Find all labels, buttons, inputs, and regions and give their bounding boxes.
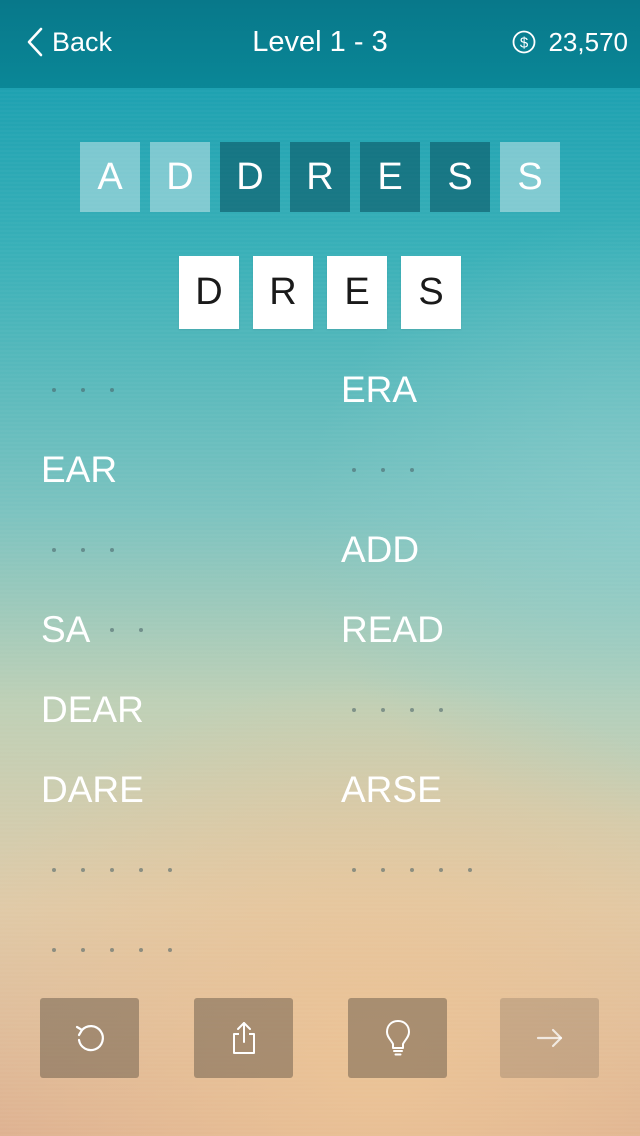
current-guess: D R E S — [179, 256, 475, 329]
svg-text:$: $ — [520, 35, 529, 52]
letter-tile[interactable]: E — [360, 142, 420, 212]
letter-placeholder — [110, 948, 114, 952]
found-word: ARSE — [341, 769, 442, 810]
letter-placeholder — [81, 388, 85, 392]
letter-placeholder — [410, 868, 414, 872]
letter-tile[interactable]: D — [150, 142, 210, 212]
letter-placeholder — [110, 628, 114, 632]
letter-placeholder — [139, 948, 143, 952]
letter-placeholder — [352, 708, 356, 712]
letter-tile[interactable]: D — [220, 142, 280, 212]
letter-placeholder — [81, 948, 85, 952]
found-word: SA — [41, 609, 91, 650]
letter-placeholder — [52, 548, 56, 552]
letter-tile[interactable]: A — [80, 142, 140, 212]
letter-placeholder — [52, 868, 56, 872]
found-word: DEAR — [41, 689, 144, 730]
word-slot — [52, 367, 139, 413]
source-letters: A D D R E S S — [80, 142, 570, 212]
word-slot — [352, 847, 497, 893]
letter-placeholder — [139, 628, 143, 632]
letter-placeholder — [81, 548, 85, 552]
coin-count: 23,570 — [548, 26, 628, 57]
undo-button[interactable] — [40, 998, 139, 1078]
letter-placeholder — [439, 868, 443, 872]
letter-placeholder — [110, 868, 114, 872]
coin-balance: $ 23,570 — [512, 22, 628, 62]
guess-tile[interactable]: E — [327, 256, 387, 329]
lightbulb-icon — [385, 1020, 410, 1056]
letter-placeholder — [381, 708, 385, 712]
letter-placeholder — [381, 468, 385, 472]
letter-placeholder — [52, 948, 56, 952]
found-word: ADD — [341, 529, 420, 570]
letter-placeholder — [439, 708, 443, 712]
share-button[interactable] — [194, 998, 293, 1078]
found-word: DARE — [41, 769, 144, 810]
word-slot — [52, 927, 197, 973]
letter-placeholder — [410, 708, 414, 712]
letter-placeholder — [110, 388, 114, 392]
letter-tile[interactable]: R — [290, 142, 350, 212]
top-bar: Back Level 1 - 3 $ 23,570 — [0, 0, 640, 88]
guess-tile[interactable]: R — [253, 256, 313, 329]
hint-button[interactable] — [348, 998, 447, 1078]
share-icon — [232, 1022, 255, 1054]
guess-tile[interactable]: D — [179, 256, 239, 329]
word-slot — [352, 447, 439, 493]
letter-placeholder — [139, 868, 143, 872]
letter-tile[interactable]: S — [500, 142, 560, 212]
word-slot — [52, 527, 139, 573]
letter-placeholder — [81, 868, 85, 872]
guess-tile[interactable]: S — [401, 256, 461, 329]
letter-placeholder — [410, 468, 414, 472]
found-word: READ — [341, 609, 444, 650]
word-slot — [110, 607, 168, 653]
found-word: ERA — [341, 369, 418, 410]
letter-placeholder — [468, 868, 472, 872]
word-slot — [52, 847, 197, 893]
letter-placeholder — [52, 388, 56, 392]
letter-placeholder — [110, 548, 114, 552]
letter-placeholder — [168, 868, 172, 872]
next-button[interactable] — [500, 998, 599, 1078]
letter-placeholder — [352, 468, 356, 472]
found-word: EAR — [41, 449, 118, 490]
coin-icon: $ — [513, 30, 536, 54]
letter-placeholder — [168, 948, 172, 952]
arrow-right-icon — [536, 1028, 562, 1048]
letter-tile[interactable]: S — [430, 142, 490, 212]
letter-placeholder — [381, 868, 385, 872]
undo-icon — [75, 1025, 104, 1052]
letter-placeholder — [352, 868, 356, 872]
word-slot — [352, 687, 468, 733]
